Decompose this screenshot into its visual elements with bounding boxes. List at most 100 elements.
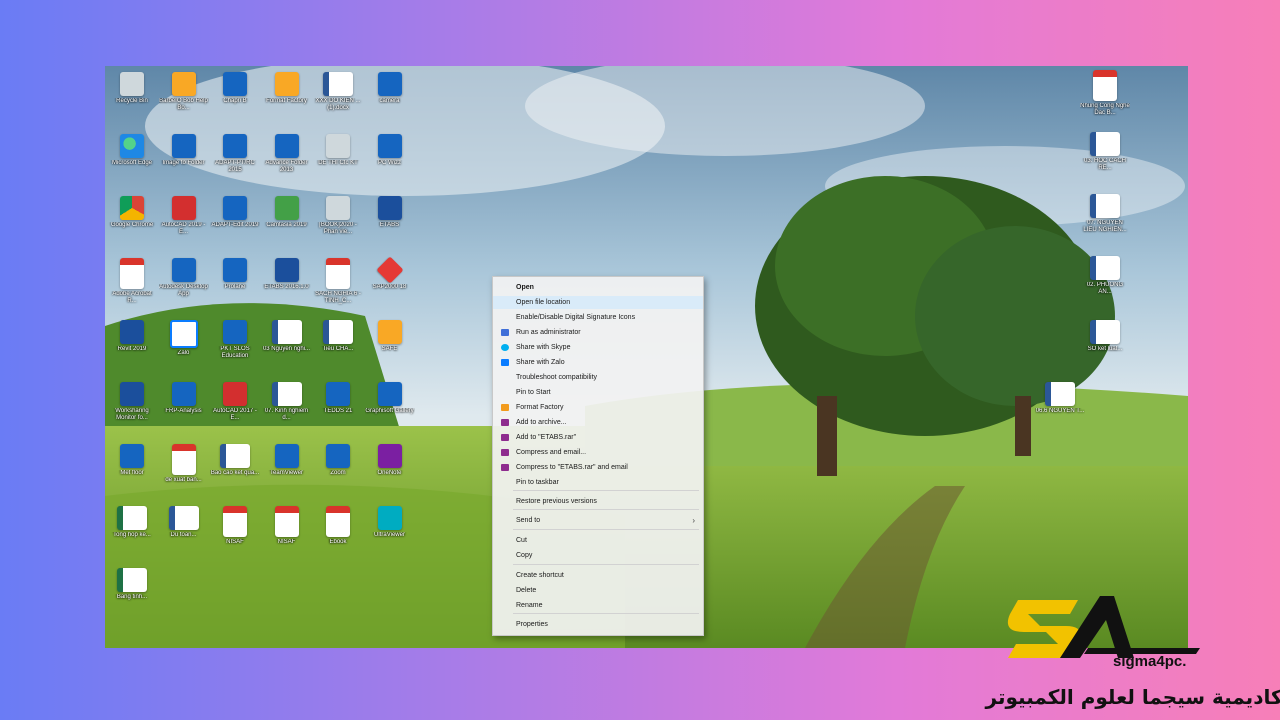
desktop-icon[interactable]: SO ket luat... (1080, 318, 1130, 376)
desktop-icon[interactable]: Image to Folder (159, 132, 209, 190)
context-menu-item-label: Share with Zalo (516, 359, 565, 366)
context-menu-item-label: Pin to taskbar (516, 479, 559, 486)
recycle-bin-icon (120, 72, 144, 96)
desktop-icon-label: Recycle Bin (116, 98, 148, 104)
context-menu-item[interactable]: Add to archive... (493, 416, 703, 429)
word-icon (271, 382, 302, 406)
desktop-icon[interactable]: de xuat ban... (159, 442, 209, 500)
pdf-icon (223, 506, 247, 537)
desktop-icon[interactable]: Bao cao ket qua... (210, 442, 260, 500)
desktop-icon-label: Du toan... (170, 532, 197, 538)
revit-icon (120, 320, 144, 344)
desktop-icon[interactable]: PKT SLOS Education (210, 318, 260, 376)
desktop-icon-label: 03 Nguyen nghi... (262, 346, 311, 352)
desktop-icon[interactable]: Advance Folder 2013 (262, 132, 312, 190)
desktop-icon[interactable]: Prolane (210, 256, 260, 314)
desktop-icon[interactable]: 02. PHUONG AN... (1080, 254, 1130, 312)
context-menu-item[interactable]: Pin to Start (493, 386, 703, 399)
desktop-icon[interactable]: UltraViewer (365, 504, 415, 562)
desktop-icon[interactable]: ADAPT-PT/RC 2015 (210, 132, 260, 190)
context-menu-item[interactable]: Compress to "ETABS.rar" and email (493, 461, 703, 474)
desktop-icon[interactable]: Adobe Acrobat R... (107, 256, 157, 314)
desktop-icon[interactable]: camera (365, 70, 415, 128)
context-menu-item[interactable]: Troubleshoot compatibility (493, 371, 703, 384)
context-menu-item[interactable]: Properties (493, 618, 703, 631)
desktop-icon[interactable]: NISAF (210, 504, 260, 562)
desktop-icon[interactable]: ADAPT-Edit 2019 (210, 194, 260, 252)
desktop-icon-label: 07. Kinh nghiem d... (264, 408, 309, 421)
desktop-icon[interactable]: SACH NGHIA 6 - TINH_C... (313, 256, 363, 314)
desktop-icon[interactable]: NISAF (262, 504, 312, 562)
autocad-icon (171, 196, 196, 220)
context-menu-item[interactable]: Restore previous versions (493, 495, 703, 508)
desktop-icon[interactable]: Bang tinh... (107, 566, 157, 624)
desktop-icon[interactable]: 06.6 NGUYEN T... (1035, 380, 1085, 438)
desktop-icon[interactable]: FRP-Analysis (159, 380, 209, 438)
context-menu-item[interactable]: Run as administrator (493, 326, 703, 339)
shield-icon (501, 329, 509, 336)
context-menu-item[interactable]: Delete (493, 584, 703, 597)
desktop-icon-label: Camtasia 2019 (266, 222, 307, 228)
desktop-icon[interactable]: AutoCAD 2019 - E... (159, 194, 209, 252)
context-menu-item[interactable]: Compress and email... (493, 446, 703, 459)
context-menu-item[interactable]: Copy (493, 549, 703, 562)
desktop-icon[interactable]: OneNote (365, 442, 415, 500)
context-menu-item[interactable]: Open file location (493, 296, 703, 309)
desktop-icon[interactable]: Graphisoft Gallery (365, 380, 415, 438)
desktop-icon[interactable]: Met floor (107, 442, 157, 500)
context-menu-item[interactable]: Share with Skype (493, 341, 703, 354)
desktop-icon[interactable]: 07. Kinh nghiem d... (262, 380, 312, 438)
context-menu-item[interactable]: Enable/Disable Digital Signature Icons (493, 311, 703, 324)
desktop-icon[interactable]: Chapri B (210, 70, 260, 128)
desktop-icon[interactable]: ETABS 2016.1.0 (262, 256, 312, 314)
desktop-icon[interactable]: AutoCAD 2017 - E... (210, 380, 260, 438)
desktop-icon[interactable]: Worksharing Monitor fo... (107, 380, 157, 438)
desktop-icon[interactable]: Ebook (313, 504, 363, 562)
desktop-icon[interactable]: Autodesk Desktop App (159, 256, 209, 314)
desktop-icon[interactable]: BarbeIO Bob Help Bo... (159, 70, 209, 128)
desktop-icon[interactable]: Microsoft Edge (107, 132, 157, 190)
desktop-icon[interactable]: Tieu CHA... (313, 318, 363, 376)
desktop-icon[interactable]: Zalo (159, 318, 209, 376)
desktop-icon[interactable]: XXX DO KIEN ... (1).docx (313, 70, 363, 128)
desktop-icon[interactable]: ETABS (365, 194, 415, 252)
autodesk-icon (171, 258, 196, 282)
desktop-icon[interactable]: Revit 2019 (107, 318, 157, 376)
desktop-icon-label: Format Factory (266, 98, 307, 104)
desktop-icon-label: Zalo (177, 350, 190, 356)
desktop-icon[interactable]: TeamViewer (262, 442, 312, 500)
desktop-icon[interactable]: SAFE (365, 318, 415, 376)
desktop-icon-label: Ebook (329, 539, 347, 545)
pdf-icon (326, 258, 350, 289)
desktop-icon[interactable]: SAP2000 18 (365, 256, 415, 314)
desktop-icon[interactable]: Camtasia 2019 (262, 194, 312, 252)
desktop-icon[interactable]: Tong hop ke... (107, 504, 157, 562)
etabs-icon (274, 258, 299, 282)
desktop-icon[interactable]: TEDDS 21 (313, 380, 363, 438)
desktop-icon[interactable]: [BOOK]2020 - Phan vie... (313, 194, 363, 252)
context-menu-item[interactable]: Cut (493, 534, 703, 547)
desktop-icon[interactable]: 07. NGUYEN LIEU NGHIEN... (1080, 192, 1130, 250)
word-icon (1090, 194, 1120, 218)
desktop-icon[interactable]: DE THI Ctc KT (313, 132, 363, 190)
context-menu-item[interactable]: Share with Zalo (493, 356, 703, 369)
desktop-icon[interactable]: Zoom (313, 442, 363, 500)
context-menu-item-label: Compress to "ETABS.rar" and email (516, 464, 628, 471)
context-menu-item[interactable]: Send to › (493, 514, 703, 527)
context-menu-item[interactable]: Rename (493, 599, 703, 612)
desktop-icon[interactable]: PC Wizz (365, 132, 415, 190)
desktop-icon-label: Autodesk Desktop App (159, 284, 208, 297)
desktop-icon[interactable]: Format Factory (262, 70, 312, 128)
desktop-icon[interactable]: 03 Nguyen nghi... (262, 318, 312, 376)
context-menu-item[interactable]: Format Factory (493, 401, 703, 414)
desktop-icon[interactable]: 03. HOC CACH RE... (1080, 130, 1130, 188)
context-menu-item[interactable]: Add to "ETABS.rar" (493, 431, 703, 444)
desktop-icon[interactable]: Recycle Bin (107, 70, 157, 128)
desktop-icon[interactable]: Google Chrome (107, 194, 157, 252)
context-menu-item[interactable]: Pin to taskbar (493, 476, 703, 489)
context-menu-item[interactable]: Create shortcut (493, 569, 703, 582)
desktop-icon[interactable]: Nhung Cong Nghe Dac B... (1080, 68, 1130, 126)
context-menu-item[interactable]: Open (493, 281, 703, 294)
word-icon (168, 506, 199, 530)
desktop-icon[interactable]: Du toan... (159, 504, 209, 562)
